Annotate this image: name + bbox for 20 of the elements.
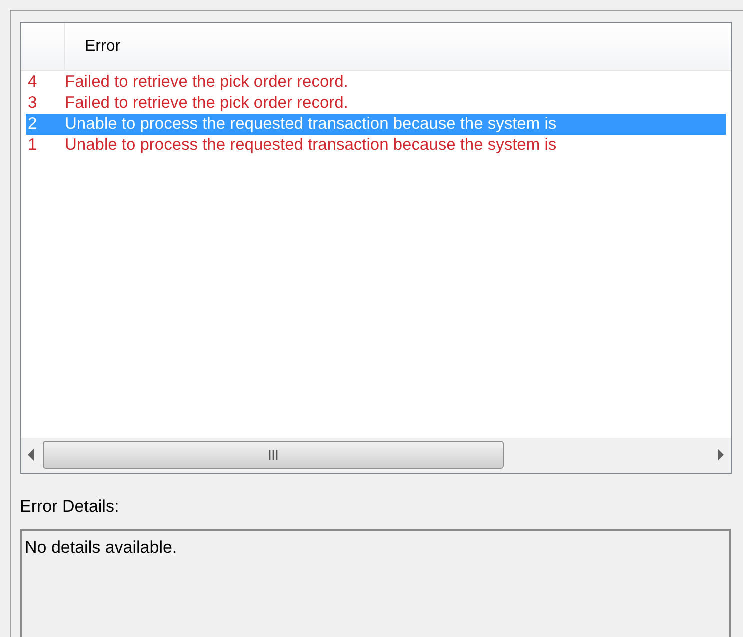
- grip-icon: [269, 450, 278, 460]
- error-row[interactable]: 4 Failed to retrieve the pick order record.: [26, 72, 726, 93]
- row-number: 2: [27, 114, 38, 136]
- error-row[interactable]: 2 Unable to process the requested transaction because the system is: [26, 114, 726, 135]
- details-label: Error Details:: [20, 496, 120, 518]
- error-list[interactable]: [20, 22, 732, 474]
- error-message: Failed to retrieve the pick order record.: [65, 93, 348, 114]
- horizontal-scrollbar[interactable]: [21, 438, 731, 473]
- error-row[interactable]: 1 Unable to process the requested transaction because the system is: [26, 135, 726, 156]
- error-message: Unable to process the requested transaction because the system is: [65, 135, 557, 156]
- row-number: 4: [27, 72, 38, 94]
- error-row[interactable]: 3 Failed to retrieve the pick order record.: [26, 93, 726, 114]
- row-number: 3: [27, 93, 38, 114]
- details-field[interactable]: No details available.: [20, 529, 731, 637]
- row-number: 1: [27, 135, 38, 156]
- scroll-left-icon[interactable]: [27, 449, 35, 462]
- error-message: Unable to process the requested transaction because the system is: [65, 114, 557, 136]
- error-message: Failed to retrieve the pick order record.: [65, 72, 348, 94]
- scrollbar-thumb[interactable]: [43, 441, 504, 470]
- scroll-right-icon[interactable]: [717, 449, 725, 462]
